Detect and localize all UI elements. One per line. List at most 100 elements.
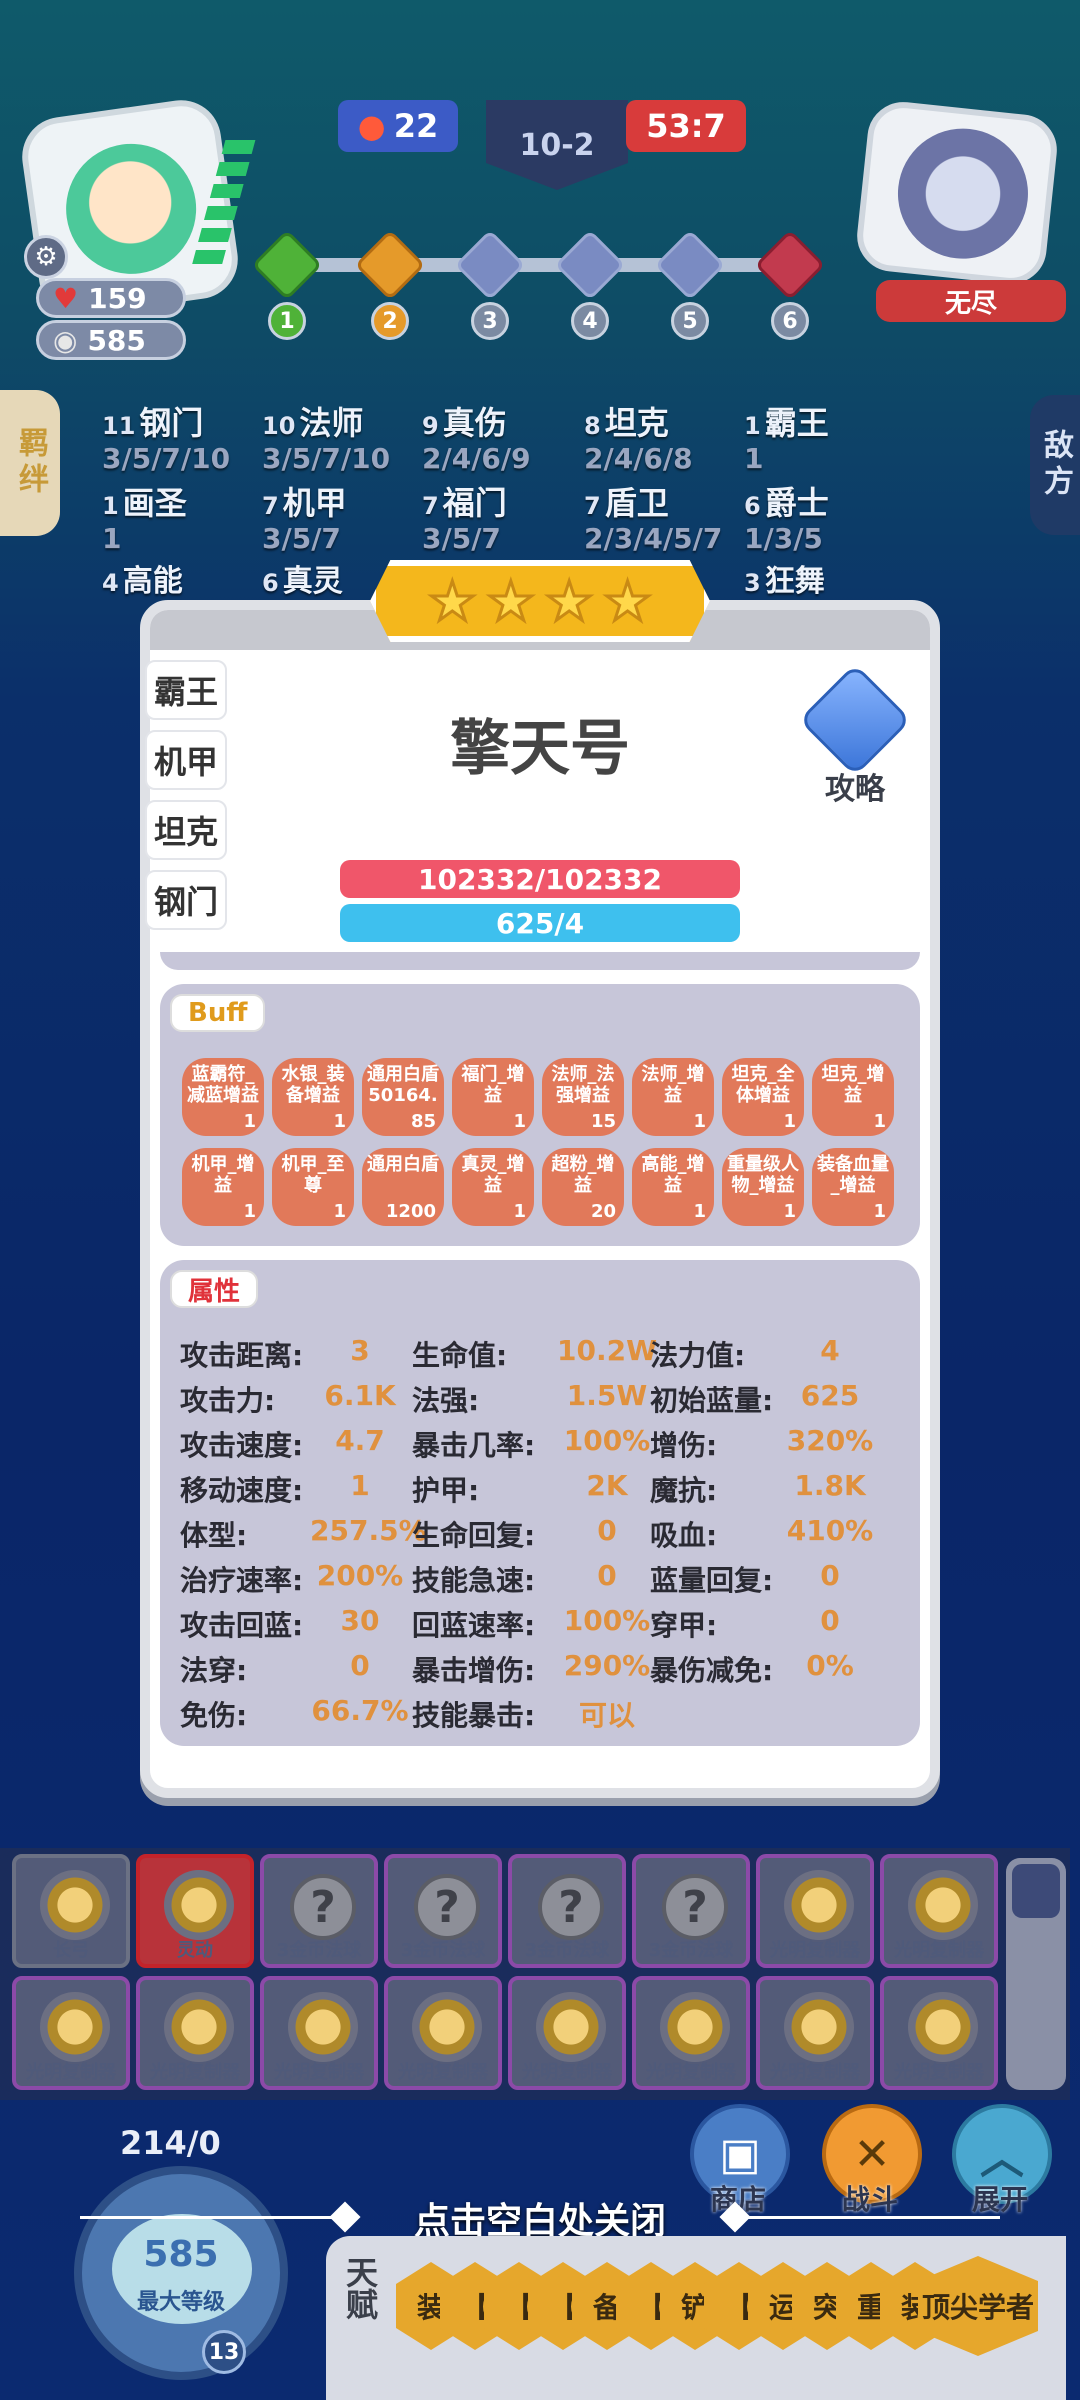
attribute-row: 蓝量回复: 0 (650, 1559, 840, 1599)
synergy-name: 真灵 (282, 564, 343, 599)
bench-slot[interactable]: 光明复制器 (632, 1976, 750, 2090)
level-circle[interactable]: 585 最大等级 13 (74, 2166, 288, 2380)
buff-name: 坦克_增益 (821, 1064, 885, 1106)
buff-chip[interactable]: 通用白盾 1200 (362, 1148, 444, 1226)
buff-chip[interactable]: 水银_装备增益 1 (272, 1058, 354, 1136)
item-icon (908, 1870, 978, 1940)
bench-slot[interactable]: 光明复制器 (384, 1976, 502, 2090)
synergy-item[interactable]: 4 高能 (102, 556, 262, 600)
buff-name: 蓝霸符_减蓝增益 (187, 1064, 259, 1106)
buff-chip[interactable]: 蓝霸符_减蓝增益 1 (182, 1058, 264, 1136)
bench-scrollbar[interactable] (1006, 1858, 1066, 2090)
buff-chip[interactable]: 超粉_增益 20 (542, 1148, 624, 1226)
bench-slot[interactable]: 光明复制器 (260, 1976, 378, 2090)
category-tab[interactable]: 坦克 (145, 800, 227, 860)
bench-slot-label: 光明复制器 (770, 1940, 860, 1961)
bench-slot[interactable]: 光明复制器 (12, 1976, 130, 2090)
synergy-item[interactable]: 3 狂舞 (744, 556, 904, 600)
category-tab[interactable]: 机甲 (145, 730, 227, 790)
buff-chip[interactable]: 坦克_全体增益 1 (722, 1058, 804, 1136)
buff-chip[interactable]: 通用白盾 50164. 85 (362, 1058, 444, 1136)
attribute-value: 410% (786, 1514, 874, 1547)
item-icon (784, 1992, 854, 2062)
bench-slot[interactable]: ? 3金币法球 (384, 1854, 502, 1968)
attribute-value: 3 (350, 1334, 370, 1367)
synergy-item[interactable]: 7 福门 3/5/7 (422, 478, 582, 555)
buff-count: 1 (243, 1111, 256, 1132)
bench-slot[interactable]: 光明复制器 (880, 1854, 998, 1968)
round-timer: 53:7 (626, 100, 746, 152)
attribute-row: 吸血: 410% (650, 1514, 873, 1554)
buff-chip[interactable]: 福门_增益 1 (452, 1058, 534, 1136)
synergy-count: 4 (102, 569, 119, 597)
synergy-item[interactable]: 1 霸王 1 (744, 398, 904, 475)
synergy-item[interactable]: 10 法师 3/5/7/10 (262, 398, 422, 475)
buff-count: 1 (693, 1201, 706, 1222)
attribute-row: 免伤: 66.7% (180, 1694, 409, 1734)
buff-name: 装备血量_增益 (817, 1154, 889, 1196)
coin-stack-icon: ◉ (53, 323, 78, 357)
buff-chip[interactable]: 机甲_增益 1 (182, 1148, 264, 1226)
buff-name: 福门_增益 (461, 1064, 525, 1106)
synergy-count: 9 (422, 412, 439, 440)
wave-num-1: 1 (268, 302, 306, 340)
bench-slot-label: 3金币法球 (400, 1940, 486, 1961)
synergy-item[interactable]: 9 真伤 2/4/6/9 (422, 398, 582, 475)
enemy-avatar[interactable] (853, 98, 1061, 288)
buff-chip[interactable]: 高能_增益 1 (632, 1148, 714, 1226)
hearts-pill: ♥ 159 (36, 278, 186, 318)
synergy-item[interactable]: 1 画圣 1 (102, 478, 262, 555)
attribute-label: 免伤: (180, 1699, 248, 1732)
synergy-item[interactable]: 6 爵士 1/3/5 (744, 478, 904, 555)
attribute-label: 穿甲: (650, 1609, 718, 1642)
bench-slot[interactable]: 光明复制器 (756, 1976, 874, 2090)
bench-slot-label: 灵动 (177, 1940, 213, 1961)
settings-gear-icon[interactable]: ⚙ (24, 235, 68, 279)
synergy-levels: 3/5/7/10 (262, 442, 391, 475)
buff-chip[interactable]: 装备血量_增益 1 (812, 1148, 894, 1226)
buff-chip[interactable]: 真灵_增益 1 (452, 1148, 534, 1226)
buff-name: 高能_增益 (641, 1154, 705, 1196)
attribute-row: 暴击几率: 100% (412, 1424, 650, 1464)
synergy-name: 爵士 (764, 484, 829, 522)
bench-slot[interactable]: ? 3金币法球 (632, 1854, 750, 1968)
buff-chip[interactable]: 机甲_至尊 1 (272, 1148, 354, 1226)
attribute-value: 66.7% (311, 1694, 409, 1727)
buff-chip[interactable]: 重量级人物_增益 1 (722, 1148, 804, 1226)
attribute-label: 魔抗: (650, 1474, 718, 1507)
synergy-item[interactable]: 7 盾卫 2/3/4/5/7 (584, 478, 764, 555)
bench-slot[interactable]: 光明复制器 (880, 1976, 998, 2090)
bond-tab[interactable]: 羁绊 (0, 390, 60, 536)
bench-slot[interactable]: 灵动 (136, 1854, 254, 1968)
buff-chip[interactable]: 法师_增益 1 (632, 1058, 714, 1136)
buff-chip[interactable]: 法师_法强增益 15 (542, 1058, 624, 1136)
bench-slot[interactable]: 长弓 (12, 1854, 130, 1968)
synergy-count: 6 (262, 569, 279, 597)
attribute-row: 攻击距离: 3 (180, 1334, 370, 1374)
bench-slot[interactable]: 光明复制器 (756, 1854, 874, 1968)
attribute-value: 0 (350, 1649, 370, 1682)
category-tab[interactable]: 钢门 (145, 870, 227, 930)
buff-count: 20 (590, 1201, 616, 1222)
buff-chip[interactable]: 坦克_增益 1 (812, 1058, 894, 1136)
attribute-value: 257.5% (310, 1514, 427, 1547)
bench-slot[interactable]: ? 3金币法球 (260, 1854, 378, 1968)
category-tab[interactable]: 霸王 (145, 660, 227, 720)
buff-count: 1 (513, 1201, 526, 1222)
enemy-tab[interactable]: 敌方 (1030, 395, 1080, 535)
wave-num-3: 3 (471, 302, 509, 340)
bench-slot[interactable]: ? 3金币法球 (508, 1854, 626, 1968)
guide-button[interactable]: 攻略 (798, 663, 912, 807)
synergy-count: 3 (744, 569, 761, 597)
synergy-levels: 3/5/7 (422, 522, 501, 555)
synergy-item[interactable]: 7 机甲 3/5/7 (262, 478, 422, 555)
bench-slot[interactable]: 光明复制器 (508, 1976, 626, 2090)
attribute-row: 治疗速率: 200% (180, 1559, 403, 1599)
synergy-item[interactable]: 8 坦克 2/4/6/8 (584, 398, 744, 475)
synergy-count: 1 (102, 492, 119, 520)
synergy-count: 10 (262, 412, 296, 440)
attribute-row: 攻击力: 6.1K (180, 1379, 396, 1419)
synergy-item[interactable]: 11 钢门 3/5/7/10 (102, 398, 262, 475)
bench-slot[interactable]: 光明复制器 (136, 1976, 254, 2090)
attribute-label: 治疗速率: (180, 1564, 304, 1597)
